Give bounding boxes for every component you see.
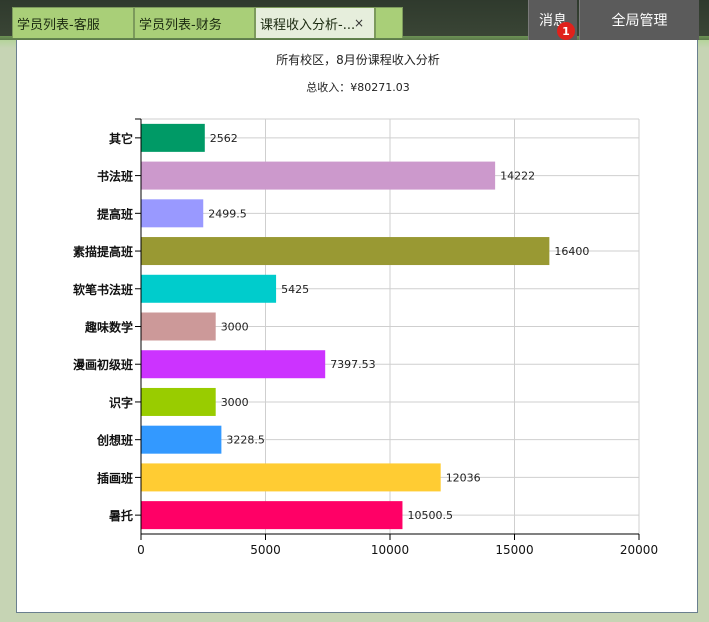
- category-label: 趣味数学: [84, 320, 133, 335]
- category-label: 漫画初级班: [73, 357, 133, 372]
- bar-value-label: 3000: [221, 321, 249, 334]
- tab-label: 学员列表-客服: [17, 17, 100, 33]
- bar-value-label: 2562: [210, 132, 238, 145]
- bar: [141, 387, 216, 416]
- bar-value-label: 2499.5: [208, 207, 247, 220]
- category-label: 提高班: [97, 206, 133, 221]
- x-tick-label: 15000: [495, 543, 533, 557]
- tab-student-list-finance[interactable]: 学员列表-财务: [134, 7, 255, 38]
- bar-value-label: 7397.53: [330, 358, 376, 371]
- category-label: 创想班: [96, 433, 133, 448]
- tab-empty[interactable]: [375, 7, 403, 38]
- global-admin-button[interactable]: 全局管理: [579, 0, 699, 40]
- bar: [141, 199, 204, 228]
- category-label: 软笔书法班: [73, 282, 133, 297]
- bar-value-label: 12036: [446, 471, 481, 484]
- category-label: 书法班: [97, 169, 133, 184]
- category-label: 其它: [109, 131, 133, 146]
- x-tick-label: 20000: [620, 543, 658, 557]
- bar: [141, 237, 550, 266]
- category-label: 暑托: [109, 508, 133, 523]
- bar-value-label: 14222: [500, 170, 535, 183]
- bar-value-label: 3000: [221, 396, 249, 409]
- category-label: 插画班: [97, 470, 133, 485]
- bar: [141, 425, 222, 454]
- x-tick-label: 10000: [371, 543, 409, 557]
- bar: [141, 123, 205, 152]
- bar: [141, 350, 326, 379]
- tab-label: 学员列表-财务: [139, 17, 222, 33]
- message-count-badge: 1: [557, 22, 575, 40]
- bar: [141, 161, 496, 190]
- bar: [141, 274, 277, 303]
- bar: [141, 312, 216, 341]
- tab-student-list-service[interactable]: 学员列表-客服: [12, 7, 134, 38]
- x-tick-label: 0: [137, 543, 145, 557]
- category-label: 素描提高班: [73, 244, 133, 259]
- bar-value-label: 10500.5: [407, 509, 453, 522]
- x-tick-label: 5000: [250, 543, 281, 557]
- bar-value-label: 5425: [281, 283, 309, 296]
- bar-value-label: 16400: [554, 245, 589, 258]
- bar-value-label: 3228.5: [226, 434, 265, 447]
- tab-label: 课程收入分析-...: [260, 17, 354, 33]
- global-admin-label: 全局管理: [611, 13, 668, 29]
- tab-strip: 学员列表-客服 学员列表-财务 课程收入分析-... ×: [12, 7, 403, 40]
- bar: [141, 463, 441, 492]
- category-label: 识字: [109, 395, 133, 410]
- close-icon[interactable]: ×: [354, 16, 370, 30]
- bar-chart: 2562 其它 14222 书法班 2499.5 提高班 16400 素描提高班 5425 软笔书…: [73, 118, 658, 557]
- bar: [141, 501, 403, 530]
- content-panel: 所有校区，8月份课程收入分析 总收入：¥80271.03 2562 其它 14222…: [16, 40, 698, 613]
- tab-course-income-analysis[interactable]: 课程收入分析-... ×: [255, 7, 375, 38]
